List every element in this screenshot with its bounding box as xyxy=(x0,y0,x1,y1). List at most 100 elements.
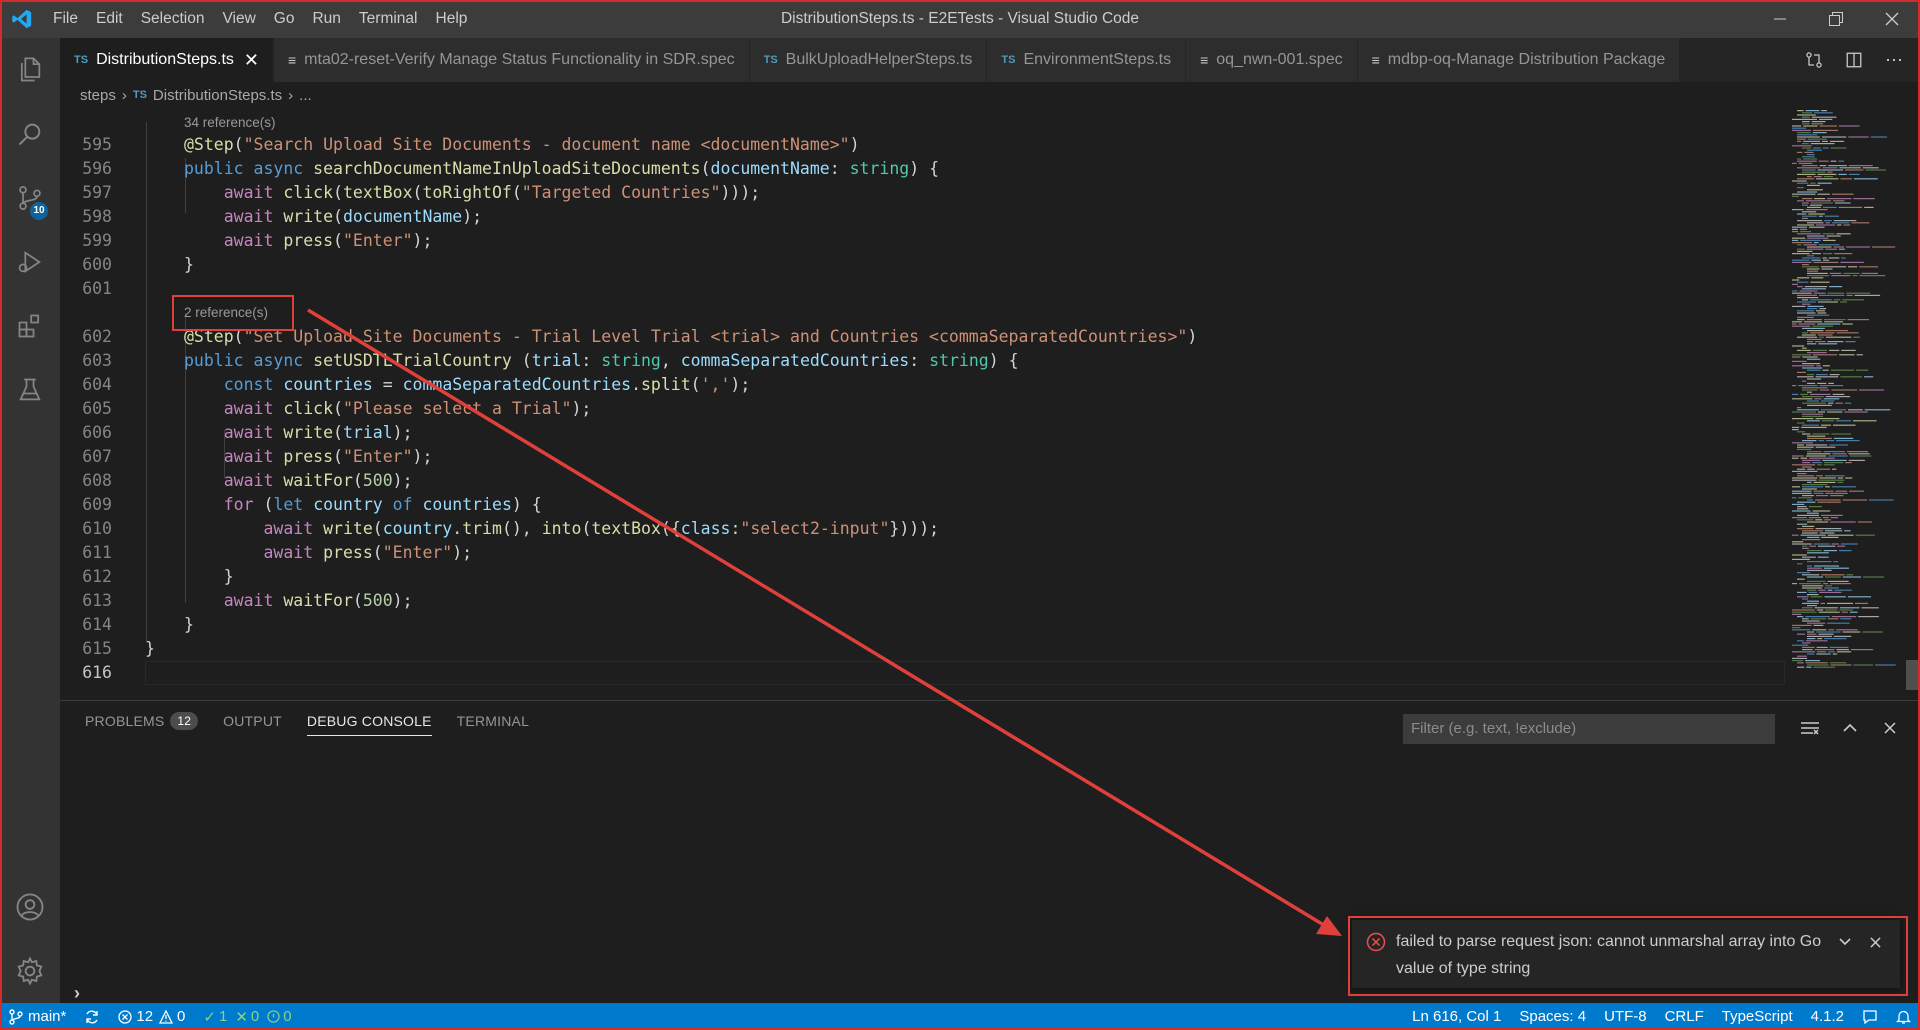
minimap-line xyxy=(1797,140,1802,142)
minimap-line xyxy=(1807,435,1826,437)
close-window-button[interactable] xyxy=(1864,0,1920,38)
minimap-line xyxy=(1822,239,1836,241)
minimap-line xyxy=(1819,385,1844,387)
breadcrumb-file[interactable]: DistributionSteps.ts xyxy=(153,87,282,104)
run-debug-icon[interactable] xyxy=(0,230,60,294)
compare-changes-icon[interactable] xyxy=(1794,50,1834,70)
minimap-line xyxy=(1822,257,1827,259)
typescript-version[interactable]: 4.1.2 xyxy=(1802,1003,1853,1030)
minimap-line xyxy=(1797,316,1814,318)
cursor-position[interactable]: Ln 616, Col 1 xyxy=(1403,1003,1510,1030)
feedback-icon[interactable] xyxy=(1853,1003,1887,1030)
codelens-references[interactable]: 34 reference(s) xyxy=(184,112,276,134)
minimap-line xyxy=(1840,301,1847,303)
tab-mdbp-oq-spec[interactable]: ≡ mdbp-oq-Manage Distribution Package xyxy=(1357,38,1681,82)
menu-terminal[interactable]: Terminal xyxy=(350,0,427,38)
minimap-line xyxy=(1797,578,1805,580)
minimap-line xyxy=(1797,294,1817,296)
tab-mta02-spec[interactable]: ≡ mta02-reset-Verify Manage Status Funct… xyxy=(274,38,750,82)
minimap-line xyxy=(1822,365,1830,367)
minimap-line xyxy=(1792,228,1798,230)
scrollbar-thumb[interactable] xyxy=(1906,660,1920,690)
minimap-line xyxy=(1810,596,1823,598)
minimap-line xyxy=(1797,572,1811,574)
tab-debug-console[interactable]: DEBUG CONSOLE xyxy=(306,706,432,736)
minimap-line xyxy=(1817,312,1827,314)
menu-selection[interactable]: Selection xyxy=(132,0,214,38)
minimap-line xyxy=(1807,552,1829,554)
minimap-line xyxy=(1804,151,1814,153)
clear-console-icon[interactable] xyxy=(1790,713,1830,743)
settings-gear-icon[interactable] xyxy=(0,939,60,1003)
problems-indicator[interactable]: 12 0 xyxy=(109,1003,194,1030)
close-tab-icon[interactable]: ✕ xyxy=(244,50,259,71)
menu-edit[interactable]: Edit xyxy=(87,0,132,38)
minimap-line xyxy=(1827,622,1850,624)
menu-help[interactable]: Help xyxy=(427,0,477,38)
minimap-line xyxy=(1807,499,1813,501)
menu-bar: File Edit Selection View Go Run Terminal… xyxy=(44,0,476,38)
minimap-line xyxy=(1797,475,1815,477)
tab-oq-nwn-spec[interactable]: ≡ oq_nwn-001.spec xyxy=(1186,38,1358,82)
minimap-line xyxy=(1822,233,1835,235)
maximize-panel-icon[interactable] xyxy=(1830,713,1870,743)
minimap-line xyxy=(1807,341,1814,343)
breadcrumb-folder[interactable]: steps xyxy=(80,87,116,104)
menu-view[interactable]: View xyxy=(213,0,264,38)
tab-output[interactable]: OUTPUT xyxy=(223,701,282,741)
branch-indicator[interactable]: main* xyxy=(0,1003,75,1030)
minimap[interactable] xyxy=(1788,108,1906,688)
menu-file[interactable]: File xyxy=(44,0,87,38)
notifications-bell-icon[interactable] xyxy=(1887,1003,1920,1030)
language-mode[interactable]: TypeScript xyxy=(1713,1003,1802,1030)
minimap-line xyxy=(1792,237,1806,239)
close-panel-icon[interactable] xyxy=(1870,713,1910,743)
editor-scrollbar[interactable] xyxy=(1906,108,1920,698)
vscode-logo-icon[interactable] xyxy=(0,0,44,38)
menu-run[interactable]: Run xyxy=(303,0,349,38)
indentation[interactable]: Spaces: 4 xyxy=(1510,1003,1595,1030)
minimap-line xyxy=(1797,508,1809,510)
encoding[interactable]: UTF-8 xyxy=(1595,1003,1656,1030)
debug-console-filter-input[interactable]: Filter (e.g. text, !exclude) xyxy=(1403,714,1775,744)
minimap-line xyxy=(1833,246,1845,248)
minimap-line xyxy=(1816,374,1828,376)
tab-problems[interactable]: PROBLEMS 12 xyxy=(85,701,199,741)
minimap-line xyxy=(1802,264,1809,266)
minimap-line xyxy=(1827,402,1834,404)
repl-prompt-chevron-icon[interactable]: › xyxy=(74,983,80,1004)
minimap-line xyxy=(1810,299,1832,301)
minimap-line xyxy=(1792,629,1811,631)
account-icon[interactable] xyxy=(0,875,60,939)
explorer-icon[interactable] xyxy=(0,38,60,102)
source-control-icon[interactable]: 10 xyxy=(0,166,60,230)
code-editor[interactable]: 34 reference(s) 595 @Step("Search Upload … xyxy=(60,108,1785,698)
minimap-line xyxy=(1839,354,1855,356)
breadcrumb-symbol[interactable]: ... xyxy=(299,87,312,104)
minimap-line xyxy=(1797,233,1821,235)
minimap-line xyxy=(1820,424,1831,426)
more-actions-icon[interactable]: ⋯ xyxy=(1874,50,1914,71)
sync-icon[interactable] xyxy=(75,1003,109,1030)
menu-go[interactable]: Go xyxy=(265,0,304,38)
search-icon[interactable] xyxy=(0,102,60,166)
minimap-line xyxy=(1802,389,1818,391)
extensions-icon[interactable] xyxy=(0,294,60,358)
minimap-line xyxy=(1829,374,1840,376)
minimap-line xyxy=(1797,519,1814,521)
minimap-line xyxy=(1865,169,1886,171)
tab-bulkuploadhelpersteps[interactable]: TS BulkUploadHelperSteps.ts xyxy=(749,38,988,82)
restore-button[interactable] xyxy=(1808,0,1864,38)
tab-environmentsteps[interactable]: TS EnvironmentSteps.ts xyxy=(987,38,1187,82)
test-results-indicator[interactable]: ✓ 1 ✕ 0 0 xyxy=(194,1003,300,1030)
minimap-line xyxy=(1814,112,1833,114)
tab-distributionsteps[interactable]: TS DistributionSteps.ts ✕ xyxy=(60,38,274,82)
minimap-line xyxy=(1792,583,1798,585)
editor-actions: ⋯ xyxy=(1788,38,1920,82)
minimize-button[interactable] xyxy=(1752,0,1808,38)
testing-icon[interactable] xyxy=(0,358,60,422)
tab-terminal[interactable]: TERMINAL xyxy=(457,701,529,741)
end-of-line[interactable]: CRLF xyxy=(1656,1003,1713,1030)
split-editor-icon[interactable] xyxy=(1834,51,1874,69)
minimap-line xyxy=(1797,173,1816,175)
